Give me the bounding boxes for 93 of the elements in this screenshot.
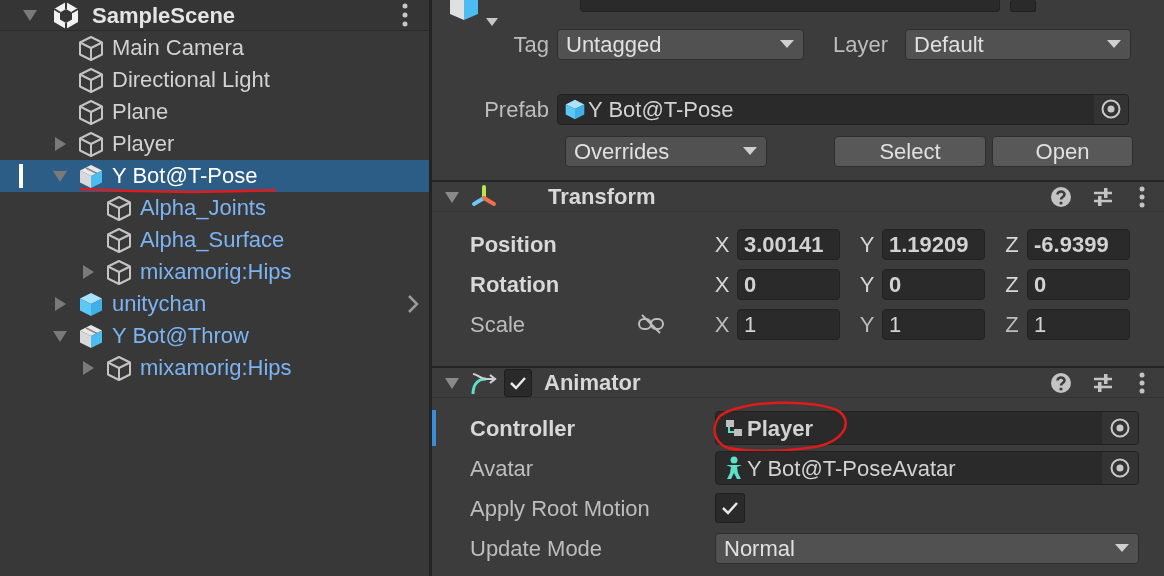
dropdown-arrow-icon xyxy=(1106,39,1122,49)
field-label: Apply Root Motion xyxy=(469,494,651,523)
cube-icon xyxy=(78,34,104,62)
object-picker-icon[interactable] xyxy=(1109,417,1131,439)
layer-label: Layer xyxy=(833,30,890,59)
dropdown-arrow-icon[interactable] xyxy=(485,17,499,27)
chevron-right-icon[interactable] xyxy=(407,294,419,314)
enable-checkbox[interactable] xyxy=(504,368,532,397)
tag-label: Tag xyxy=(512,30,550,59)
tree-item[interactable]: Alpha_Surface xyxy=(0,224,429,256)
tree-item[interactable]: Plane xyxy=(0,96,429,128)
cube-icon xyxy=(106,194,132,222)
prefab-cube-icon xyxy=(78,290,104,318)
number-field[interactable]: 1 xyxy=(1027,308,1130,340)
axis-label: X xyxy=(713,230,731,259)
axis-label: Y xyxy=(858,230,876,259)
object-field[interactable]: Y Bot@T-PoseAvatar xyxy=(715,451,1139,485)
field-label: Update Mode xyxy=(469,534,604,563)
collapse-arrow-icon[interactable] xyxy=(52,136,68,152)
collapse-arrow-icon[interactable] xyxy=(80,264,96,280)
field-label: Controller xyxy=(469,414,577,443)
number-field[interactable]: 1 xyxy=(737,308,840,340)
dropdown-arrow-icon xyxy=(742,146,758,156)
more-options-icon[interactable] xyxy=(1138,184,1146,209)
prefab-label: Prefab xyxy=(483,95,550,124)
tree-item[interactable]: Player xyxy=(0,128,429,160)
name-field[interactable] xyxy=(580,0,1000,12)
tree-item[interactable]: Directional Light xyxy=(0,64,429,96)
cube-icon xyxy=(78,98,104,126)
tree-item[interactable]: unitychan xyxy=(0,288,429,320)
field-label: Rotation xyxy=(469,270,561,299)
object-picker-icon[interactable] xyxy=(1109,457,1131,479)
axis-label: X xyxy=(713,270,731,299)
dropdown-arrow-icon xyxy=(1114,543,1130,553)
cube-icon xyxy=(106,354,132,382)
component-title: Transform xyxy=(548,183,656,211)
mode-dropdown[interactable]: Normal xyxy=(715,532,1139,564)
tree-item[interactable]: Main Camera xyxy=(0,32,429,64)
model-cube-icon xyxy=(78,322,104,350)
tree-item[interactable]: mixamorig:Hips xyxy=(0,352,429,384)
prefab-cube-icon xyxy=(564,97,586,121)
expand-arrow-icon[interactable] xyxy=(52,328,68,344)
checkbox[interactable] xyxy=(715,493,745,523)
number-field[interactable]: 1.19209 xyxy=(882,228,985,260)
axis-label: Z xyxy=(1004,230,1020,259)
axis-label: Y xyxy=(858,310,876,339)
checkmark-icon xyxy=(721,500,739,516)
tree-item[interactable]: Alpha_Joints xyxy=(0,192,429,224)
prefab-button[interactable]: Select xyxy=(834,135,986,167)
number-field[interactable]: 0 xyxy=(882,268,985,300)
object-field[interactable]: Player xyxy=(715,411,1139,445)
field-label: Position xyxy=(469,230,558,259)
scene-title: SampleScene xyxy=(92,1,236,30)
overrides-dropdown[interactable]: Overrides xyxy=(565,135,767,167)
cube-icon xyxy=(106,226,132,254)
axis-label: X xyxy=(713,310,731,339)
tree-item[interactable]: mixamorig:Hips xyxy=(0,256,429,288)
dropdown-arrow-icon xyxy=(779,39,795,49)
model-cube-icon xyxy=(78,162,104,190)
prefab-field[interactable]: Y Bot@T-Pose xyxy=(557,93,1129,125)
object-picker-icon[interactable] xyxy=(1100,98,1122,120)
cube-icon xyxy=(78,66,104,94)
collapse-arrow-icon[interactable] xyxy=(80,360,96,376)
tree-item[interactable]: Y Bot@Throw xyxy=(0,320,429,352)
cube-icon xyxy=(106,258,132,286)
field-label: Avatar xyxy=(469,454,535,483)
field-label: Scale xyxy=(469,310,527,339)
help-icon[interactable] xyxy=(1050,185,1072,208)
number-field[interactable]: 3.00141 xyxy=(737,228,840,260)
component-title: Animator xyxy=(544,369,641,397)
layer-dropdown[interactable]: Default xyxy=(905,28,1131,60)
tree-item[interactable]: Y Bot@T-Pose xyxy=(0,160,429,192)
controller-graph-icon xyxy=(724,418,744,438)
number-field[interactable]: 1 xyxy=(882,308,985,340)
avatar-figure-icon xyxy=(724,456,744,480)
tag-dropdown[interactable]: Untagged xyxy=(557,28,804,60)
presets-icon[interactable] xyxy=(1092,185,1114,208)
axis-label: Z xyxy=(1004,270,1020,299)
more-options-icon[interactable] xyxy=(1138,370,1146,395)
axis-label: Y xyxy=(858,270,876,299)
presets-icon[interactable] xyxy=(1092,371,1114,394)
axis-label: Z xyxy=(1004,310,1020,339)
unlinked-chain-icon[interactable] xyxy=(637,314,665,334)
static-checkbox[interactable] xyxy=(1010,0,1036,12)
number-field[interactable]: -6.9399 xyxy=(1027,228,1130,260)
number-field[interactable]: 0 xyxy=(1027,268,1130,300)
collapse-arrow-icon[interactable] xyxy=(52,296,68,312)
more-options-icon[interactable] xyxy=(401,2,409,28)
prefab-button[interactable]: Open xyxy=(992,135,1133,167)
cube-icon xyxy=(78,130,104,158)
expand-arrow-icon[interactable] xyxy=(22,7,38,23)
help-icon[interactable] xyxy=(1050,371,1072,394)
number-field[interactable]: 0 xyxy=(737,268,840,300)
